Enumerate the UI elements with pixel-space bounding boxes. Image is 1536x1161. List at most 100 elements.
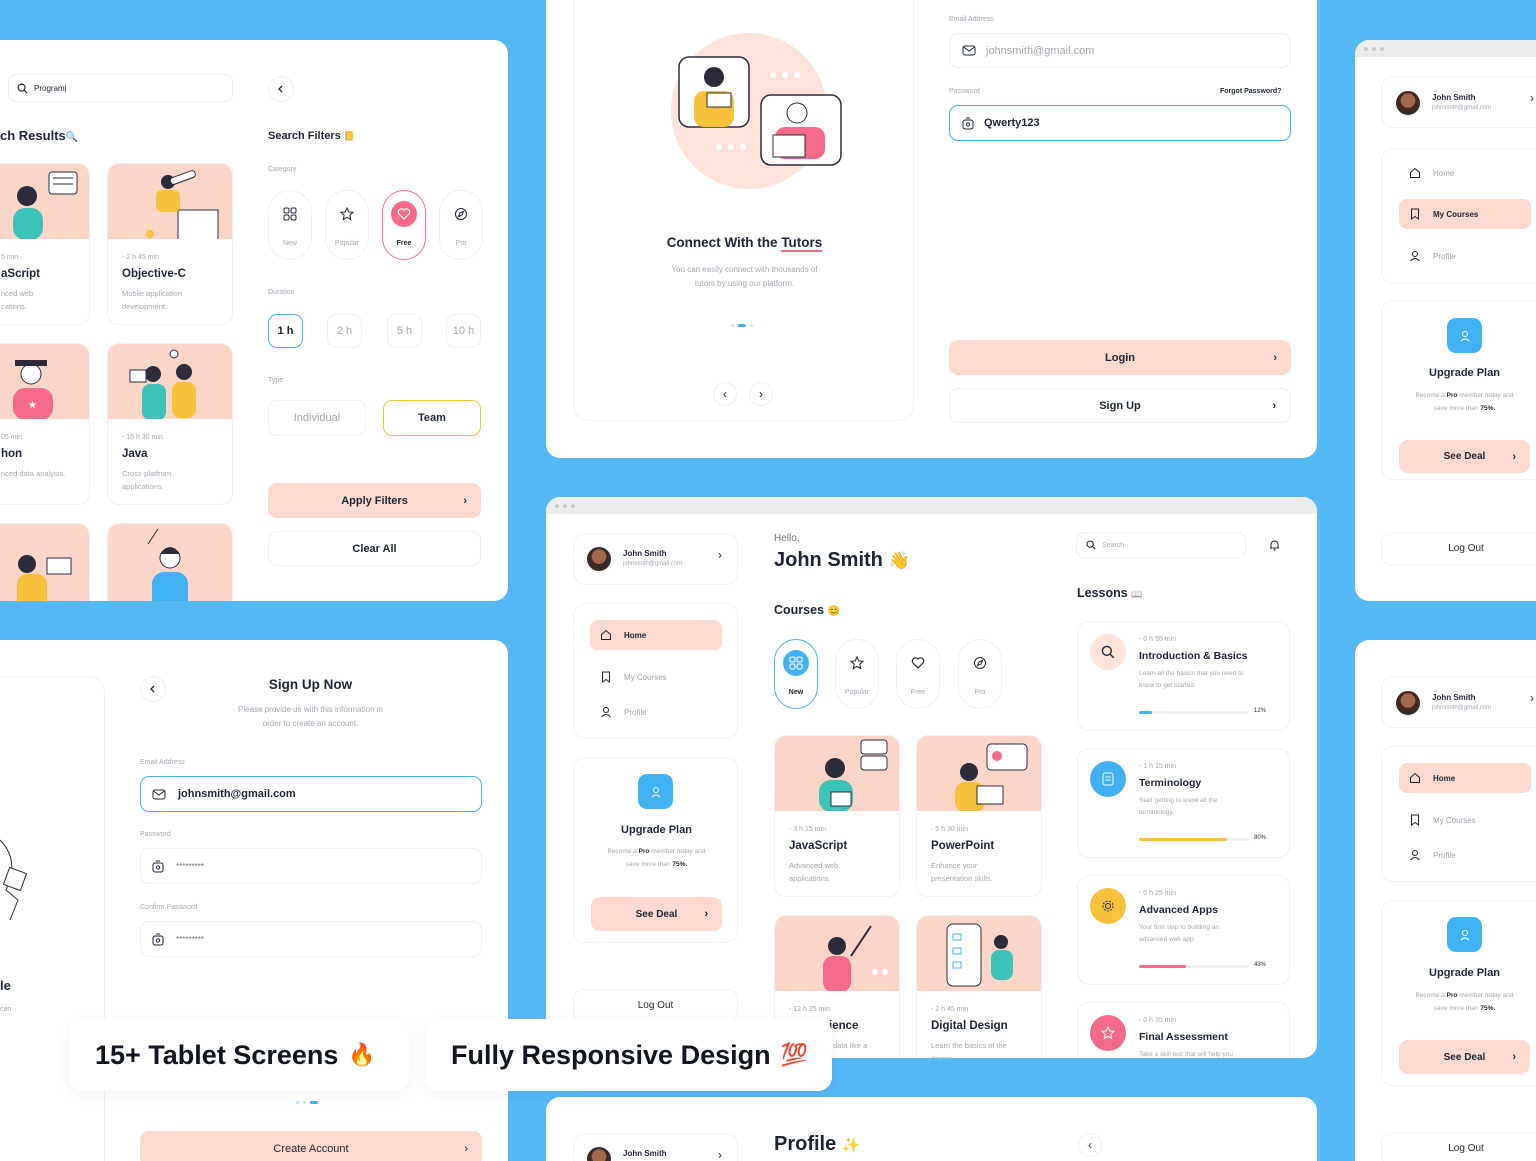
course-card[interactable]: - 2 h 45 min Objective-C Mobile applicat… xyxy=(107,163,233,325)
magnifier-emoji: 🔍 xyxy=(65,132,79,143)
progress-bar xyxy=(1139,711,1249,714)
category-pro[interactable]: Pro xyxy=(958,639,1002,709)
password-field[interactable]: Qwerty123 xyxy=(949,105,1291,141)
search-filters-screen: Program| ch Results🔍 5 min aScript nced … xyxy=(0,40,508,601)
user-card[interactable]: John Smith johnsmith@gmail.com › xyxy=(1381,676,1536,728)
user-icon xyxy=(1410,251,1420,262)
logout-button[interactable]: Log Out xyxy=(573,989,738,1022)
category-new[interactable]: New xyxy=(268,190,312,260)
tutors-illustration xyxy=(671,33,842,189)
window-titlebar xyxy=(546,497,1317,514)
user-icon xyxy=(1410,850,1420,861)
see-deal-button[interactable]: See Deal › xyxy=(591,897,722,931)
sidebar-nav: Home My Courses Profile xyxy=(1381,148,1536,284)
course-illustration xyxy=(108,164,232,239)
search-input[interactable]: Search xyxy=(1076,532,1246,558)
type-individual[interactable]: Individual xyxy=(268,400,366,436)
nav-my-courses[interactable]: My Courses xyxy=(1399,199,1531,229)
password-label: Password xyxy=(140,831,171,838)
category-free[interactable]: Free xyxy=(896,639,940,709)
compass-icon xyxy=(967,650,993,676)
window-titlebar xyxy=(1355,40,1536,57)
settings-icon xyxy=(1090,888,1126,924)
email-field[interactable]: johnsmith@gmail.com xyxy=(140,776,482,812)
nav-profile[interactable]: Profile xyxy=(1399,840,1531,870)
nav-home[interactable]: Home xyxy=(1399,158,1531,188)
chevron-right-icon: › xyxy=(1272,399,1276,412)
course-card[interactable] xyxy=(107,523,233,601)
see-deal-button[interactable]: See Deal › xyxy=(1399,1040,1530,1074)
lesson-card[interactable]: - 0 h 35 min Final Assessment Take a ski… xyxy=(1077,1002,1290,1058)
course-card[interactable]: 5 min aScript nced web cations. xyxy=(0,163,90,325)
chevron-right-icon: › xyxy=(704,908,708,920)
user-heading: John Smith 👋 xyxy=(774,549,910,571)
lesson-card[interactable]: - 0 h 25 min Advanced Apps Your first st… xyxy=(1077,875,1290,985)
search-input[interactable]: Program| xyxy=(8,74,233,102)
course-illustration xyxy=(775,916,899,991)
category-free[interactable]: Free xyxy=(382,190,426,260)
category-new[interactable]: New xyxy=(774,639,818,709)
course-illustration xyxy=(108,524,232,601)
category-pro[interactable]: Pro xyxy=(439,190,483,260)
category-popular[interactable]: Popular xyxy=(835,639,879,709)
duration-1h[interactable]: 1 h xyxy=(268,314,303,348)
course-card[interactable]: - 16 h 30 min Java Cross-platfrom applica… xyxy=(107,343,233,505)
onboarding-title: Connect With the Tutors xyxy=(666,235,823,252)
course-card[interactable]: - 2 h 45 min Digital Design Learn the ba… xyxy=(916,915,1042,1058)
avatar xyxy=(1396,91,1420,115)
bell-icon[interactable] xyxy=(1265,536,1283,554)
confirm-password-label: Confirm Password xyxy=(140,904,198,911)
signup-button[interactable]: Sign Up › xyxy=(949,388,1291,423)
password-field[interactable]: ********* xyxy=(140,848,482,884)
user-card[interactable]: John Smith johnsmith@gmail.com › xyxy=(573,533,738,585)
duration-5h[interactable]: 5 h xyxy=(387,314,422,348)
course-card[interactable]: - 5 h 30 min PowerPoint Enhance your pres… xyxy=(916,735,1042,897)
filters-title: Search Filters 📒 xyxy=(268,130,356,142)
next-button[interactable]: › xyxy=(749,382,773,406)
results-title: ch Results🔍 xyxy=(0,128,79,143)
duration-2h[interactable]: 2 h xyxy=(327,314,362,348)
mail-icon xyxy=(152,789,166,800)
search-value: Program| xyxy=(34,83,67,93)
home-icon xyxy=(601,629,611,640)
confirm-password-field[interactable]: ********* xyxy=(140,921,482,957)
forgot-password-link[interactable]: Forgot Password? xyxy=(1220,88,1281,95)
course-illustration: ★ xyxy=(0,344,89,419)
course-card[interactable]: ★ 05 min hon nced data analysis. xyxy=(0,343,90,505)
user-card[interactable]: John Smith johnsmith@gmail.com › xyxy=(1381,76,1536,128)
user-badge-icon xyxy=(638,774,673,809)
onboarding-login-screen: Connect With the Tutors You can easily c… xyxy=(546,0,1317,458)
progress-bar xyxy=(1139,965,1249,968)
create-account-button[interactable]: Create Account › xyxy=(140,1131,482,1161)
signup-title: Sign Up Now xyxy=(268,677,353,692)
clear-all-button[interactable]: Clear All xyxy=(268,531,481,566)
nav-profile[interactable]: Profile xyxy=(1399,241,1531,271)
nav-home[interactable]: Home xyxy=(1399,763,1531,793)
lock-icon xyxy=(152,933,164,946)
previous-button[interactable]: ‹ xyxy=(713,382,737,406)
back-button[interactable]: ‹ xyxy=(1078,1133,1102,1157)
nav-profile[interactable]: Profile xyxy=(590,697,722,727)
nav-my-courses[interactable]: My Courses xyxy=(590,662,722,692)
lesson-card[interactable]: - 1 h 15 min Terminology Start getting t… xyxy=(1077,748,1290,858)
document-icon xyxy=(1090,761,1126,797)
back-button[interactable] xyxy=(268,76,294,102)
apply-filters-button[interactable]: Apply Filters › xyxy=(268,483,481,518)
lock-icon xyxy=(152,860,164,873)
see-deal-button[interactable]: See Deal › xyxy=(1399,440,1530,473)
lesson-card[interactable]: - 0 h 55 min Introduction & Basics Learn… xyxy=(1077,621,1290,731)
course-card[interactable] xyxy=(0,523,90,601)
type-team[interactable]: Team xyxy=(383,400,481,436)
nav-home[interactable]: Home xyxy=(590,620,722,650)
page-indicator xyxy=(296,1101,318,1104)
duration-10h[interactable]: 10 h xyxy=(446,314,481,348)
category-popular[interactable]: Popular xyxy=(325,190,369,260)
nav-my-courses[interactable]: My Courses xyxy=(1399,805,1531,835)
logout-button[interactable]: Log Out xyxy=(1381,532,1536,565)
email-field[interactable]: johnsmith@gmail.com xyxy=(949,33,1291,68)
onboarding-description: You can easily connect with thousands of… xyxy=(671,265,818,288)
user-card[interactable]: John Smith › xyxy=(573,1133,738,1161)
logout-button[interactable]: Log Out xyxy=(1381,1132,1536,1161)
course-card[interactable]: - 3 h 15 min JavaScript Advanced web appl… xyxy=(774,735,900,897)
login-button[interactable]: Login › xyxy=(949,340,1291,375)
